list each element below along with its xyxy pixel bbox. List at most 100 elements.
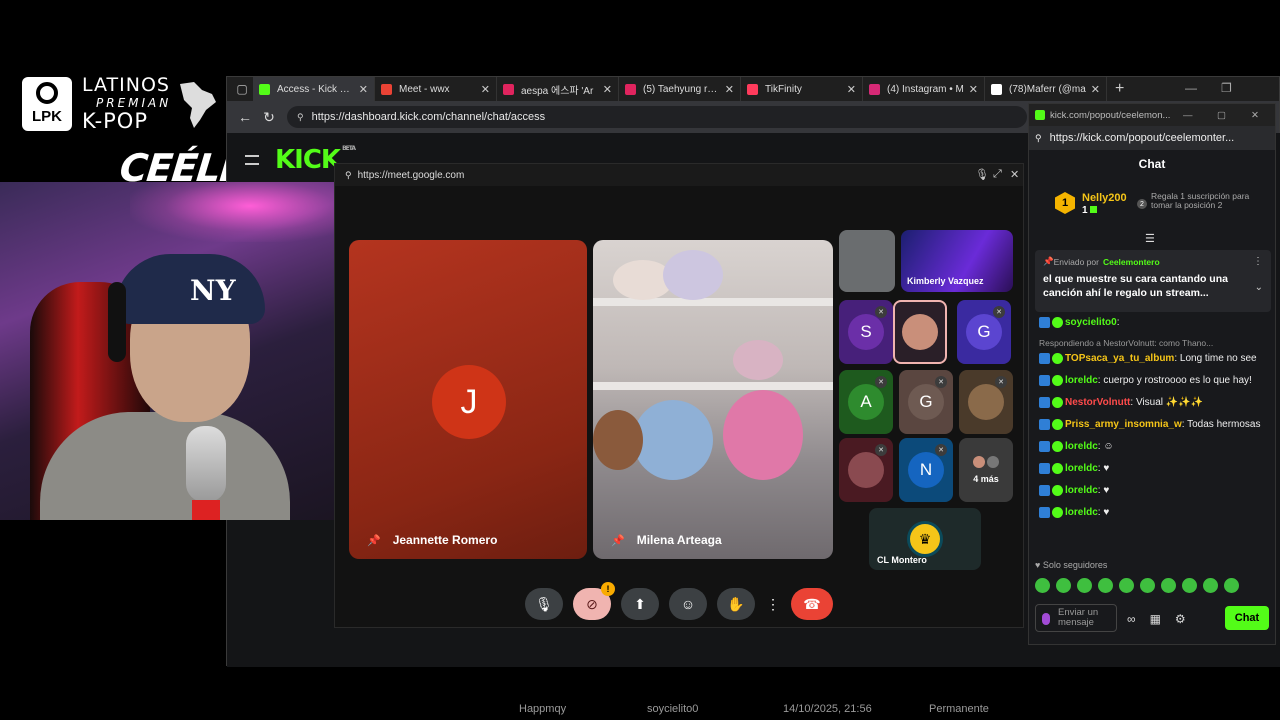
emote-icon[interactable] [1161,578,1176,593]
tab-label: (78)Maferr (@ma [1009,83,1086,95]
participant-tile-milena[interactable]: 📌 Milena Arteaga [593,240,833,559]
close-tab-icon[interactable]: ✕ [969,83,978,96]
emote-icon[interactable] [1182,578,1197,593]
browser-tab[interactable]: Meet - wwx ✕ [375,77,497,101]
tab-favicon-icon [381,83,392,95]
close-tab-icon[interactable]: ✕ [847,83,856,96]
chat-popout: kick.com/popout/ceelemon... — ▢ ✕ ⚲ http… [1028,103,1276,645]
emote-icon[interactable] [1140,578,1155,593]
emote-icon[interactable] [1203,578,1218,593]
participant-mini-video[interactable] [839,230,895,292]
participant-mini-s[interactable]: S ✕ [839,300,893,364]
restore-icon[interactable]: ❐ [1221,81,1232,95]
participant-mini-photo3[interactable]: ✕ [839,438,893,502]
more-participants[interactable]: 4 más [959,438,1013,502]
url-field[interactable]: ⚲ https://dashboard.kick.com/channel/cha… [287,106,1027,128]
site-info-icon[interactable]: ⚲ [297,112,304,123]
tab-label: TikFinity [765,83,802,95]
meet-popup: ⚲ https://meet.google.com 🎙 ⤢ ✕ J 📌 Jeann… [334,163,1024,628]
emote-icon[interactable] [1056,578,1071,593]
mic-button[interactable]: 🎙 [525,588,563,620]
browser-tab[interactable]: aespa 에스파 'Ar ✕ [497,77,619,101]
tab-label: (4) Instagram • M [887,83,964,95]
chevron-down-icon[interactable]: ⌄ [1255,282,1263,293]
close-icon[interactable]: ✕ [1251,110,1259,121]
tab-bar: ▢ Access - Kick Dash ✕ Meet - wwx ✕ aespa 에스… [227,77,1279,101]
pinned-author[interactable]: Ceelemontero [1103,257,1160,267]
participant-mini-photo[interactable] [893,300,947,364]
emote-icon[interactable] [1035,578,1050,593]
emote-icon[interactable] [1119,578,1134,593]
mic-off-icon: ✕ [995,376,1007,388]
badge-icon [1039,484,1050,496]
pin-icon[interactable]: 📌 [367,534,381,547]
browser-tab[interactable]: Access - Kick Dash ✕ [253,77,375,101]
send-chat-button[interactable]: Chat [1225,606,1269,630]
restore-icon[interactable]: ▢ [1217,110,1226,121]
minimize-icon[interactable]: — [1183,110,1193,121]
leave-call-button[interactable]: ☎ [791,588,833,620]
more-options-icon[interactable]: ⋮ [1253,256,1263,267]
chat-username[interactable]: NestorVolnutt [1065,397,1130,408]
infinity-icon[interactable]: ∞ [1127,612,1136,626]
minimize-icon[interactable]: — [1185,81,1197,95]
tab-actions-icon[interactable]: ▢ [231,78,253,100]
participant-mini-photo2[interactable]: ✕ [959,370,1013,434]
emote-icon[interactable] [1098,578,1113,593]
browser-tab[interactable]: (78)Maferr (@ma ✕ [985,77,1107,101]
chat-username[interactable]: TOPsaca_ya_tu_album [1065,353,1174,364]
raise-hand-button[interactable]: ✋ [717,588,755,620]
rank-2-icon: 2 [1137,199,1147,209]
collapse-icon[interactable]: ☰ [1145,232,1155,245]
chat-username[interactable]: loreldc [1065,485,1098,496]
lock-icon: ⚲ [345,169,352,180]
participant-tile-jeannette[interactable]: J 📌 Jeannette Romero [349,240,587,559]
camera-off-button[interactable]: ⊘! [573,582,615,620]
chat-message: loreldc: cuerpo y rostroooo es lo que ha… [1039,374,1271,388]
participant-mini-n[interactable]: N ✕ [899,438,953,502]
mic-status-icon[interactable]: 🎙 [975,168,989,181]
participant-tile-cl-montero[interactable]: ♛ CL Montero [869,508,981,570]
participant-name: Jeannette Romero [392,533,498,547]
menu-icon[interactable] [245,155,259,165]
gear-icon[interactable]: ⚙ [1175,612,1186,626]
emote-icon[interactable] [1224,578,1239,593]
new-tab-button[interactable]: + [1115,80,1124,98]
store-icon[interactable]: ▦ [1150,612,1161,626]
pin-icon[interactable]: 📌 [611,534,625,547]
close-tab-icon[interactable]: ✕ [481,83,490,96]
leader-name[interactable]: Nelly200 [1082,192,1127,205]
emote-icon[interactable] [1077,578,1092,593]
participant-mini-g2[interactable]: G ✕ [899,370,953,434]
chat-username[interactable]: loreldc [1065,507,1098,518]
browser-tab[interactable]: TikFinity ✕ [741,77,863,101]
chat-username[interactable]: loreldc [1065,463,1098,474]
close-icon[interactable]: ✕ [1010,168,1019,181]
tab-favicon-icon [991,83,1002,95]
browser-tab[interactable]: (5) Taehyung regr ✕ [619,77,741,101]
reactions-button[interactable]: ☺ [669,588,707,620]
chat-username[interactable]: loreldc [1065,375,1098,386]
chat-username[interactable]: Priss_army_insomnia_w [1065,419,1182,430]
chat-url-bar[interactable]: ⚲ https://kick.com/popout/ceelemonter... [1029,126,1275,150]
browser-tab[interactable]: (4) Instagram • M ✕ [863,77,985,101]
participant-mini-a[interactable]: A ✕ [839,370,893,434]
more-options-button[interactable]: ⋮ [765,588,781,620]
chat-username[interactable]: loreldc [1065,441,1098,452]
chat-input[interactable]: Enviar un mensaje [1035,604,1117,632]
close-tab-icon[interactable]: ✕ [603,83,612,96]
back-icon[interactable]: ← [233,105,257,129]
pinned-text: el que muestre su cara cantando una canc… [1043,273,1228,300]
participant-tile-kimberly[interactable]: Kimberly Vazquez [901,230,1013,292]
participant-mini-g[interactable]: G ✕ [957,300,1011,364]
tab-label: Access - Kick Dash [277,83,355,95]
close-tab-icon[interactable]: ✕ [359,83,368,96]
chat-username[interactable]: soycielito0 [1065,317,1117,328]
close-tab-icon[interactable]: ✕ [725,83,734,96]
expand-icon[interactable]: ⤢ [993,168,1002,181]
close-tab-icon[interactable]: ✕ [1091,83,1100,96]
gift-prompt[interactable]: 2 Regala 1 suscripción para tomar la pos… [1137,191,1251,211]
brand-text: LATINOS PREMIAN K-POP [82,76,171,132]
reload-icon[interactable]: ↻ [257,105,281,129]
present-button[interactable]: ⬆ [621,588,659,620]
